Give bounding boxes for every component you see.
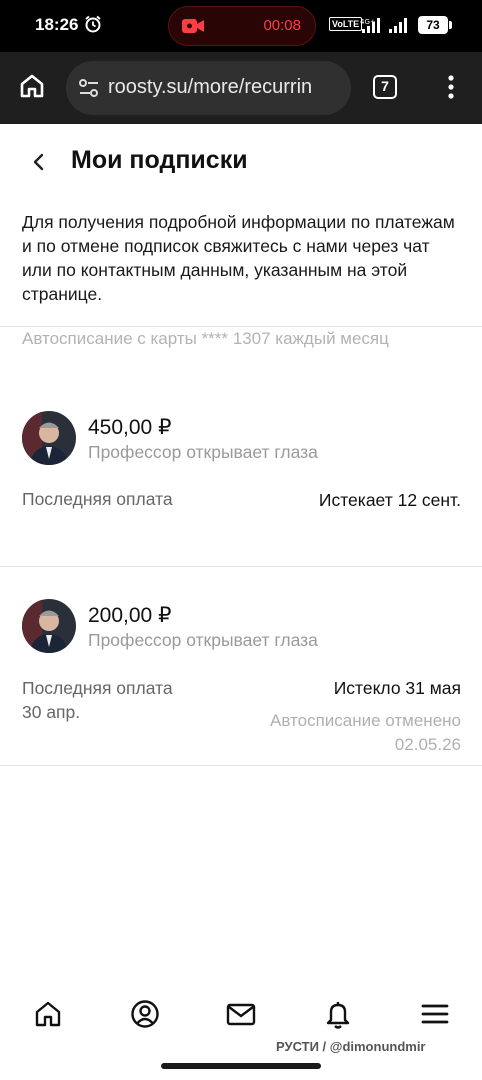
- home-icon[interactable]: [32, 998, 64, 1030]
- page-header: Мои подписки: [0, 124, 482, 194]
- avatar: [22, 411, 76, 465]
- mail-icon[interactable]: [225, 998, 257, 1030]
- screen-recording-indicator[interactable]: 00:08: [168, 6, 316, 46]
- browser-toolbar: roosty.su/more/recurrin 7: [0, 52, 482, 124]
- bottom-navigation: [0, 990, 482, 1040]
- battery-tip: [449, 21, 452, 29]
- url-text: roosty.su/more/recurrin: [108, 76, 313, 98]
- divider: [0, 765, 482, 766]
- alarm-icon: [85, 15, 101, 33]
- divider: [0, 566, 482, 567]
- avatar: [22, 599, 76, 653]
- price: 200,00 ₽: [88, 604, 172, 627]
- price: 450,00 ₽: [88, 416, 172, 439]
- profile-icon[interactable]: [129, 998, 161, 1030]
- signal-icon: 4G+: [360, 18, 407, 33]
- autopay-cancelled-text: Автосписание отменено: [270, 711, 461, 730]
- browser-home-icon[interactable]: [18, 72, 46, 100]
- last-payment-label: Последняя оплата: [22, 678, 173, 698]
- info-text: Для получения подробной информации по пл…: [22, 212, 455, 304]
- divider: [0, 326, 482, 327]
- product-name: Профессор открывает глаза: [88, 630, 318, 650]
- product-name: Профессор открывает глаза: [88, 442, 318, 462]
- page-title: Мои подписки: [71, 146, 248, 174]
- last-payment-date: 30 апр.: [22, 702, 81, 722]
- watermark: РУСТИ / @dimonundmir: [276, 1039, 426, 1054]
- tab-switcher-button[interactable]: 7: [373, 75, 397, 99]
- bell-icon[interactable]: [322, 998, 354, 1030]
- status-bar: 18:26 00:08 VoLTE 4G+ 73: [0, 0, 482, 52]
- recording-timer: 00:08: [263, 17, 301, 34]
- back-chevron-icon[interactable]: [28, 150, 48, 174]
- autopay-cancelled-date: 02.05.26: [394, 735, 461, 754]
- gesture-bar[interactable]: [161, 1063, 321, 1069]
- address-bar[interactable]: roosty.su/more/recurrin: [66, 61, 351, 115]
- autopay-note: Автосписание с карты **** 1307 каждый ме…: [22, 329, 389, 348]
- site-settings-icon[interactable]: [78, 78, 100, 98]
- volte-badge: VoLTE: [329, 17, 363, 31]
- more-vertical-icon[interactable]: [442, 72, 460, 102]
- last-payment-label: Последняя оплата: [22, 489, 173, 509]
- battery-indicator: 73: [418, 16, 448, 34]
- expiry-text: Истекло 31 мая: [333, 678, 461, 698]
- expiry-text: Истекает 12 сент.: [318, 490, 461, 510]
- video-camera-icon: [182, 19, 204, 33]
- menu-icon[interactable]: [419, 998, 451, 1030]
- status-time: 18:26: [35, 15, 79, 34]
